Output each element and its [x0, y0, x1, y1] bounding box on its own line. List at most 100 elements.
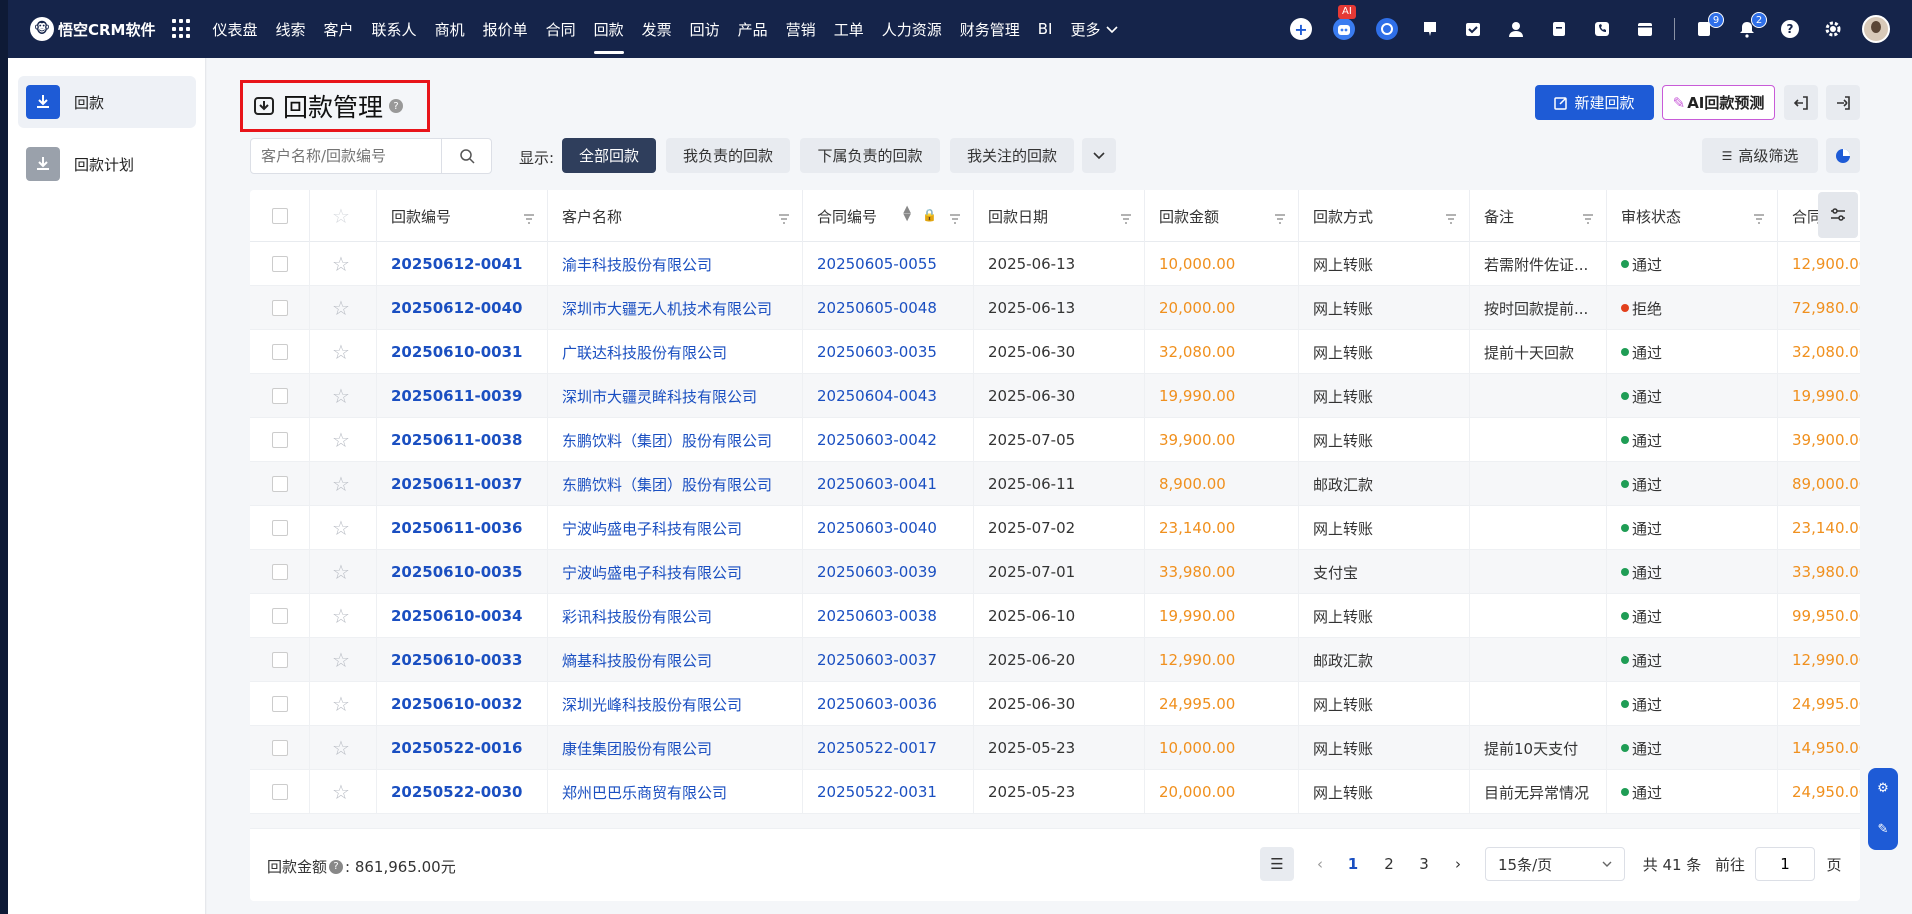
- app-logo[interactable]: 🐵 悟空CRM软件: [30, 17, 156, 41]
- bell-icon[interactable]: 2: [1733, 12, 1767, 43]
- row-checkbox[interactable]: [272, 652, 288, 668]
- table-row[interactable]: ☆ 20250522-0030 郑州巴巴乐商贸有限公司 20250522-0031 20…: [250, 770, 1860, 814]
- cell-customer[interactable]: 熵基科技股份有限公司: [548, 638, 803, 682]
- cell-contract[interactable]: 20250603-0039: [803, 550, 974, 594]
- nav-item-16[interactable]: 更多: [1061, 0, 1127, 58]
- star-icon[interactable]: ☆: [332, 516, 350, 540]
- star-icon[interactable]: ☆: [332, 252, 350, 276]
- quick-add-icon[interactable]: +: [1287, 15, 1315, 43]
- cell-customer[interactable]: 深圳市大疆无人机技术有限公司: [548, 286, 803, 330]
- sum-help-icon[interactable]: ?: [329, 859, 344, 874]
- cell-no[interactable]: 20250522-0030: [377, 770, 548, 814]
- table-row[interactable]: ☆ 20250610-0035 宁波屿盛电子科技有限公司 20250603-0039 2…: [250, 550, 1860, 594]
- star-icon[interactable]: ☆: [332, 472, 350, 496]
- task-check-icon[interactable]: [1459, 15, 1487, 43]
- table-row[interactable]: ☆ 20250612-0040 深圳市大疆无人机技术有限公司 20250605-004…: [250, 286, 1860, 330]
- export-icon[interactable]: [1826, 85, 1860, 120]
- settings-gear-icon[interactable]: [1819, 15, 1847, 43]
- cell-contract[interactable]: 20250522-0017: [803, 726, 974, 770]
- nav-item-5[interactable]: 报价单: [474, 0, 537, 58]
- nav-item-10[interactable]: 产品: [729, 0, 777, 58]
- row-checkbox[interactable]: [272, 300, 288, 316]
- chat-icon[interactable]: [1373, 15, 1401, 43]
- list-view-icon[interactable]: ☰: [1260, 847, 1294, 881]
- page-2[interactable]: 2: [1374, 847, 1404, 881]
- cell-customer[interactable]: 深圳市大疆灵眸科技有限公司: [548, 374, 803, 418]
- cell-customer[interactable]: 宁波屿盛电子科技有限公司: [548, 550, 803, 594]
- star-icon[interactable]: ☆: [332, 780, 350, 804]
- prev-page-icon[interactable]: ‹: [1308, 847, 1332, 881]
- nav-item-12[interactable]: 工单: [825, 0, 873, 58]
- tab-my-payments[interactable]: 我负责的回款: [666, 138, 790, 173]
- row-checkbox[interactable]: [272, 520, 288, 536]
- row-checkbox[interactable]: [272, 476, 288, 492]
- ai-forecast-button[interactable]: ✎ AI回款预测: [1662, 85, 1775, 120]
- cell-customer[interactable]: 东鹏饮料（集团）股份有限公司: [548, 462, 803, 506]
- star-icon[interactable]: ☆: [332, 648, 350, 672]
- row-checkbox[interactable]: [272, 256, 288, 272]
- page-size-select[interactable]: 15条/页: [1485, 847, 1625, 881]
- cell-no[interactable]: 20250612-0040: [377, 286, 548, 330]
- star-icon[interactable]: ☆: [332, 736, 350, 760]
- star-icon[interactable]: ☆: [332, 692, 350, 716]
- sort-icon[interactable]: ▲ ▼: [903, 205, 911, 223]
- nav-item-2[interactable]: 客户: [315, 0, 363, 58]
- contacts-icon[interactable]: [1502, 15, 1530, 43]
- new-payment-button[interactable]: 新建回款: [1535, 85, 1654, 120]
- nav-item-7[interactable]: 回款: [585, 0, 633, 58]
- next-page-icon[interactable]: ›: [1446, 847, 1470, 881]
- cell-contract[interactable]: 20250603-0038: [803, 594, 974, 638]
- cell-customer[interactable]: 东鹏饮料（集团）股份有限公司: [548, 418, 803, 462]
- table-row[interactable]: ☆ 20250611-0036 宁波屿盛电子科技有限公司 20250603-0040 2…: [250, 506, 1860, 550]
- cell-customer[interactable]: 深圳光峰科技股份有限公司: [548, 682, 803, 726]
- table-row[interactable]: ☆ 20250611-0039 深圳市大疆灵眸科技有限公司 20250604-0043…: [250, 374, 1860, 418]
- star-icon[interactable]: ☆: [332, 340, 350, 364]
- tab-subordinate-payments[interactable]: 下属负责的回款: [800, 138, 940, 173]
- user-avatar[interactable]: [1862, 15, 1890, 43]
- cell-customer[interactable]: 渝丰科技股份有限公司: [548, 242, 803, 286]
- nav-item-9[interactable]: 回访: [681, 0, 729, 58]
- notice-board-icon[interactable]: [1416, 15, 1444, 43]
- star-icon[interactable]: ☆: [332, 604, 350, 628]
- title-help-icon[interactable]: ?: [389, 99, 404, 113]
- star-icon[interactable]: ☆: [332, 560, 350, 584]
- cell-no[interactable]: 20250611-0038: [377, 418, 548, 462]
- cell-no[interactable]: 20250610-0033: [377, 638, 548, 682]
- cell-contract[interactable]: 20250603-0037: [803, 638, 974, 682]
- row-checkbox[interactable]: [272, 432, 288, 448]
- cell-no[interactable]: 20250610-0031: [377, 330, 548, 374]
- table-row[interactable]: ☆ 20250610-0031 广联达科技股份有限公司 20250603-0035 20…: [250, 330, 1860, 374]
- column-filter-icon[interactable]: [523, 210, 535, 228]
- row-checkbox[interactable]: [272, 696, 288, 712]
- nav-item-13[interactable]: 人力资源: [873, 0, 951, 58]
- cell-contract[interactable]: 20250603-0042: [803, 418, 974, 462]
- tools-icon[interactable]: ⚙: [1877, 781, 1889, 796]
- cell-no[interactable]: 20250610-0035: [377, 550, 548, 594]
- page-1[interactable]: 1: [1338, 847, 1368, 881]
- nav-item-11[interactable]: 营销: [777, 0, 825, 58]
- row-checkbox[interactable]: [272, 388, 288, 404]
- star-icon[interactable]: ☆: [332, 428, 350, 452]
- cell-contract[interactable]: 20250522-0031: [803, 770, 974, 814]
- chart-toggle-icon[interactable]: [1826, 138, 1860, 173]
- cell-contract[interactable]: 20250603-0036: [803, 682, 974, 726]
- search-input[interactable]: [251, 139, 441, 173]
- nav-item-6[interactable]: 合同: [537, 0, 585, 58]
- column-filter-icon[interactable]: [1445, 210, 1457, 228]
- cell-contract[interactable]: 20250603-0040: [803, 506, 974, 550]
- row-checkbox[interactable]: [272, 564, 288, 580]
- row-checkbox[interactable]: [272, 344, 288, 360]
- phone-icon[interactable]: [1588, 15, 1616, 43]
- column-settings-icon[interactable]: [1818, 192, 1858, 238]
- table-row[interactable]: ☆ 20250612-0041 渝丰科技股份有限公司 20250605-0055 202…: [250, 242, 1860, 286]
- cell-no[interactable]: 20250611-0039: [377, 374, 548, 418]
- tab-all-payments[interactable]: 全部回款: [562, 138, 656, 173]
- import-icon[interactable]: [1784, 85, 1818, 120]
- table-row[interactable]: ☆ 20250522-0016 康佳集团股份有限公司 20250522-0017 202…: [250, 726, 1860, 770]
- cell-contract[interactable]: 20250605-0055: [803, 242, 974, 286]
- column-filter-icon[interactable]: [1274, 210, 1286, 228]
- nav-item-8[interactable]: 发票: [633, 0, 681, 58]
- table-row[interactable]: ☆ 20250610-0032 深圳光峰科技股份有限公司 20250603-0036 2…: [250, 682, 1860, 726]
- cell-no[interactable]: 20250611-0037: [377, 462, 548, 506]
- help-icon[interactable]: ?: [1776, 15, 1804, 43]
